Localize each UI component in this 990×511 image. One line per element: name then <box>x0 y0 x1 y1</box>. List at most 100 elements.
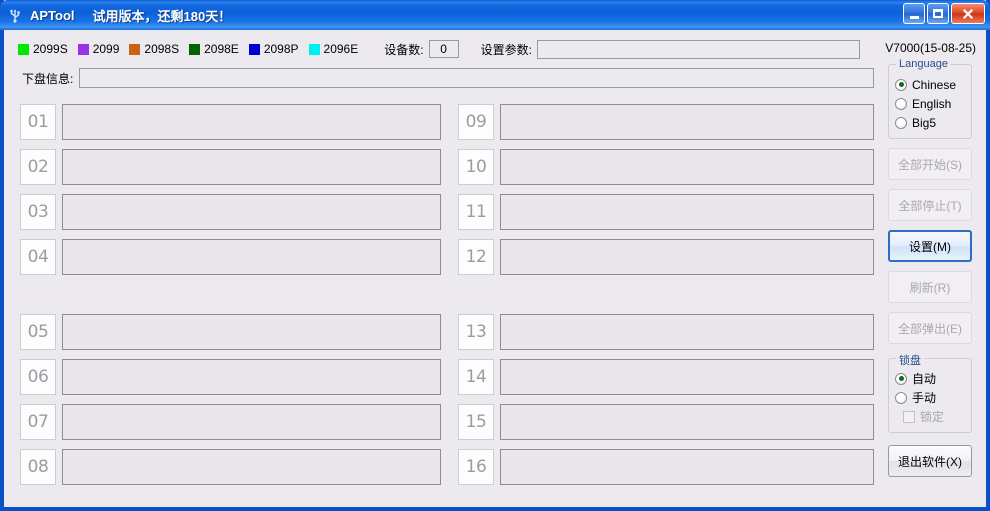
slot-row: 10 <box>458 149 874 185</box>
checkbox-icon <box>903 410 915 423</box>
window-subtitle: 试用版本，还剩180天！ <box>92 8 232 24</box>
legend-label: 2098E <box>204 42 239 56</box>
exit-button[interactable]: 退出软件(X) <box>888 445 972 477</box>
slot-button-06[interactable]: 06 <box>20 359 56 395</box>
application-window: APTool 试用版本，还剩180天！ 2099S 2099 2098S 209… <box>0 0 990 511</box>
slot-button-04[interactable]: 04 <box>20 239 56 275</box>
slot-row: 16 <box>458 449 874 485</box>
legend-item: 2098S <box>129 42 179 56</box>
slot-field-15[interactable] <box>500 404 874 440</box>
slot-button-09[interactable]: 09 <box>458 104 494 140</box>
slot-field-01[interactable] <box>62 104 441 140</box>
legend-item: 2096E <box>308 42 359 56</box>
slot-field-09[interactable] <box>500 104 874 140</box>
language-option-label: Big5 <box>912 115 937 130</box>
language-option-label: Chinese <box>912 77 957 92</box>
settings-button[interactable]: 设置(M) <box>888 230 972 262</box>
slot-button-08[interactable]: 08 <box>20 449 56 485</box>
slot-button-11[interactable]: 11 <box>458 194 494 230</box>
close-button[interactable] <box>951 3 985 24</box>
slot-field-02[interactable] <box>62 149 441 185</box>
slot-button-15[interactable]: 15 <box>458 404 494 440</box>
radio-icon <box>895 116 907 129</box>
legend-item: 2098P <box>248 42 299 56</box>
stop-all-button[interactable]: 全部停止(T) <box>888 189 972 221</box>
slot-button-02[interactable]: 02 <box>20 149 56 185</box>
legend-swatch <box>129 43 141 55</box>
disk-info-input[interactable] <box>79 68 875 88</box>
legend-item: 2098E <box>189 42 239 56</box>
slot-button-10[interactable]: 10 <box>458 149 494 185</box>
lock-option-auto[interactable]: 自动 <box>889 369 971 388</box>
slot-button-01[interactable]: 01 <box>20 104 56 140</box>
slot-row: 08 <box>20 449 441 485</box>
slot-field-12[interactable] <box>500 239 874 275</box>
disk-info-label: 下盘信息: <box>22 71 74 86</box>
slot-row: 01 <box>20 104 441 140</box>
version-label: V7000(15-08-25) <box>885 41 976 55</box>
slot-row: 14 <box>458 359 874 395</box>
legend-label: 2098S <box>144 42 180 56</box>
lock-option-label: 自动 <box>912 372 937 386</box>
legend-item: 2099S <box>18 42 68 56</box>
lock-option-label: 手动 <box>912 391 937 405</box>
window-controls <box>903 3 985 24</box>
slot-button-13[interactable]: 13 <box>458 314 494 350</box>
slot-button-05[interactable]: 05 <box>20 314 56 350</box>
slot-button-03[interactable]: 03 <box>20 194 56 230</box>
refresh-button[interactable]: 刷新(R) <box>888 271 972 303</box>
language-option-english[interactable]: English <box>889 94 971 113</box>
slot-field-08[interactable] <box>62 449 441 485</box>
slot-field-10[interactable] <box>500 149 874 185</box>
legend-label: 2096E <box>323 42 359 56</box>
slot-field-07[interactable] <box>62 404 441 440</box>
disk-info-row: 下盘信息: <box>4 66 986 90</box>
usb-icon <box>6 6 24 24</box>
language-option-big5[interactable]: Big5 <box>889 113 971 132</box>
slot-field-04[interactable] <box>62 239 441 275</box>
slot-button-07[interactable]: 07 <box>20 404 56 440</box>
device-count-value: 0 <box>428 40 459 58</box>
slot-button-14[interactable]: 14 <box>458 359 494 395</box>
radio-icon <box>895 97 907 110</box>
slot-row: 13 <box>458 314 874 350</box>
start-all-button[interactable]: 全部开始(S) <box>888 148 972 180</box>
param-input[interactable] <box>536 39 860 59</box>
title-bar: APTool 试用版本，还剩180天！ <box>0 0 990 30</box>
legend-swatch <box>77 43 89 55</box>
slot-button-16[interactable]: 16 <box>458 449 494 485</box>
close-icon <box>963 8 973 19</box>
slot-field-13[interactable] <box>500 314 874 350</box>
slot-row: 02 <box>20 149 441 185</box>
slot-button-12[interactable]: 12 <box>458 239 494 275</box>
slot-field-11[interactable] <box>500 194 874 230</box>
minimize-button[interactable] <box>903 3 925 24</box>
maximize-button[interactable] <box>927 3 949 24</box>
legend-label: 2099S <box>33 42 68 56</box>
slot-row: 09 <box>458 104 874 140</box>
lock-disk-group-title: 锁盘 <box>896 352 924 368</box>
slot-field-06[interactable] <box>62 359 441 395</box>
radio-icon <box>895 372 907 385</box>
sidebar: Language Chinese English Big5 全部开始(S) 全部… <box>888 58 972 477</box>
param-label: 设置参数: <box>480 42 532 57</box>
slot-row: 07 <box>20 404 441 440</box>
eject-all-button[interactable]: 全部弹出(E) <box>888 312 972 344</box>
radio-icon <box>895 78 907 91</box>
slot-field-05[interactable] <box>62 314 441 350</box>
slot-field-03[interactable] <box>62 194 441 230</box>
slot-row: 06 <box>20 359 441 395</box>
legend-label: 2099 <box>92 42 120 56</box>
lock-checkbox-row[interactable]: 锁定 <box>889 407 971 426</box>
language-option-chinese[interactable]: Chinese <box>889 75 971 94</box>
slot-field-14[interactable] <box>500 359 874 395</box>
slot-row: 11 <box>458 194 874 230</box>
legend-swatch <box>308 43 320 55</box>
lock-disk-group: 锁盘 自动 手动 锁定 <box>888 352 972 433</box>
slot-field-16[interactable] <box>500 449 874 485</box>
slot-row: 15 <box>458 404 874 440</box>
legend-label: 2098P <box>263 42 299 56</box>
legend-item: 2099 <box>77 42 120 56</box>
radio-icon <box>895 391 907 404</box>
lock-option-manual[interactable]: 手动 <box>889 388 971 407</box>
